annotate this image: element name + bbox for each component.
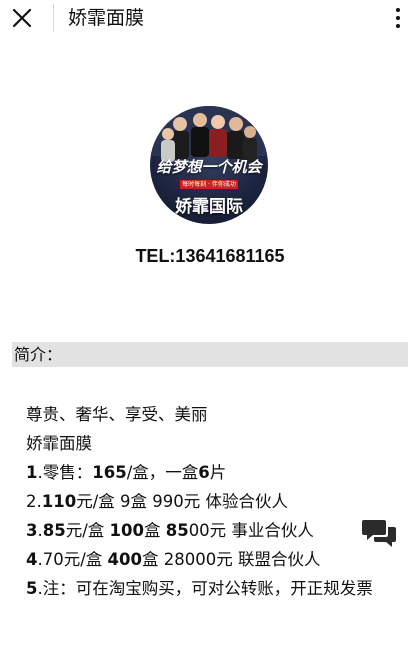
chat-bubbles-icon [362,520,396,547]
product-name: 娇霏面膜 [26,434,92,453]
avatar-slogan: 给梦想一个机会 [156,158,262,176]
more-vertical-icon [396,8,400,28]
avatar[interactable]: 给梦想一个机会 每时每刻 · 伴你成功 娇霏国际 [150,106,268,224]
tagline: 尊贵、奢华、享受、美丽 [26,405,208,424]
avatar-brand: 娇霏国际 [175,197,243,217]
intro-content: 尊贵、奢华、享受、美丽 娇霏面膜 1.零售：165/盒，一盒6片 2.110元/… [26,400,396,603]
section-header: 简介： [12,342,408,367]
list-item: 4.70元/盒 400盒 28000元 联盟合伙人 [26,550,321,569]
page-title: 娇霏面膜 [68,7,145,29]
phone-number[interactable]: TEL:13641681165 [0,246,420,267]
top-bar: 娇霏面膜 [0,0,420,36]
avatar-ribbon: 每时每刻 · 伴你成功 [180,180,238,189]
close-button[interactable] [10,6,34,30]
more-button[interactable] [388,4,408,32]
list-item: 2.110元/盒 9盒 990元 体验合伙人 [26,492,288,511]
title-divider [53,4,54,32]
list-item: 3.85元/盒 100盒 8500元 事业合伙人 [26,521,314,540]
list-item: 1.零售：165/盒，一盒6片 [26,463,227,482]
close-icon [12,8,32,28]
list-item: 5.注：可在淘宝购买，可对公转账，开正规发票 [26,579,373,598]
chat-button[interactable] [362,518,398,550]
